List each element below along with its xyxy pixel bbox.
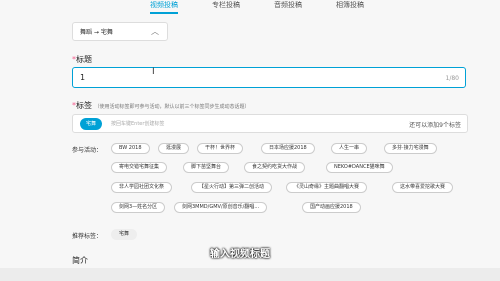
intro-label: 简介: [72, 256, 88, 265]
title-input[interactable]: 1 1/80: [72, 67, 466, 88]
activity-tag[interactable]: 干杯！世界杯: [197, 143, 244, 154]
activity-tag[interactable]: 寄电交错宅舞征集: [111, 162, 168, 173]
activity-label: 参与活动：: [72, 147, 103, 154]
recommended-tag[interactable]: 宅舞: [111, 229, 138, 240]
activity-tag[interactable]: 【星火行动】第三弹二创活动: [191, 182, 273, 193]
category-value: 舞蹈 → 宅舞: [80, 29, 113, 36]
tab-album-upload[interactable]: 相簿投稿: [336, 0, 364, 15]
tags-remaining: 还可以添加9个标签: [409, 122, 461, 129]
activity-tag[interactable]: 日本场应援2018: [261, 143, 315, 154]
title-label: *标题: [72, 54, 92, 65]
tab-video-upload[interactable]: 视频投稿: [150, 0, 178, 15]
activity-tag[interactable]: 剑网3—姓名分区: [111, 202, 166, 213]
chevron-up-icon: ︿: [151, 27, 159, 36]
recommended-label: 推荐标签：: [72, 233, 103, 240]
activity-tag[interactable]: 这水带喜爱挖歌大赛: [392, 182, 454, 193]
tags-hint: （使用活动标签即可参与活动，默认以前三个标签同步生成动态话题）: [94, 104, 250, 110]
activity-tag[interactable]: 剑网3MMD/GMV/原创音乐/翻唱...: [174, 202, 268, 213]
activity-tag[interactable]: 脚下苗坚舞台: [183, 162, 230, 173]
activity-tag[interactable]: 人生一串: [331, 143, 368, 154]
activity-tag[interactable]: BW 2018: [111, 143, 150, 154]
category-select[interactable]: 舞蹈 → 宅舞 ︿: [72, 22, 168, 41]
activity-tag[interactable]: 逛漫展: [158, 143, 190, 154]
tags-placeholder: 按回车键Enter创建标签: [111, 121, 165, 127]
tags-input[interactable]: 宅舞 按回车键Enter创建标签 还可以添加9个标签: [72, 114, 468, 133]
activity-tag[interactable]: 非人学园社团文化祭: [111, 182, 173, 193]
tab-audio-upload[interactable]: 音频投稿: [274, 0, 302, 15]
title-char-counter: 1/80: [445, 75, 459, 82]
activity-tag[interactable]: 《灵山奇缘》主题曲翻唱大赛: [286, 182, 368, 193]
text-cursor-icon: I: [152, 67, 155, 77]
tags-label-text: 标签: [76, 101, 92, 110]
activity-tag[interactable]: NEKO#DANCE猫咪舞: [326, 162, 393, 173]
bottom-strip: [0, 268, 500, 281]
tab-column-upload[interactable]: 专栏投稿: [212, 0, 240, 15]
video-subtitle-overlay: 输入视频标题: [210, 249, 270, 260]
title-input-value: 1: [80, 73, 86, 82]
title-label-text: 标题: [76, 55, 92, 64]
tag-chip[interactable]: 宅舞: [80, 118, 103, 130]
tags-label: *标签 （使用活动标签即可参与活动，默认以前三个标签同步生成动态话题）: [72, 100, 250, 111]
activity-tag[interactable]: 国产动画应援2018: [302, 202, 361, 213]
activity-tag[interactable]: 食之契约吃货大作战: [244, 162, 306, 173]
activity-tag[interactable]: 多芬·接力宅漫舞: [384, 143, 437, 154]
upload-tabs: 视频投稿 专栏投稿 音频投稿 相簿投稿: [150, 0, 364, 15]
